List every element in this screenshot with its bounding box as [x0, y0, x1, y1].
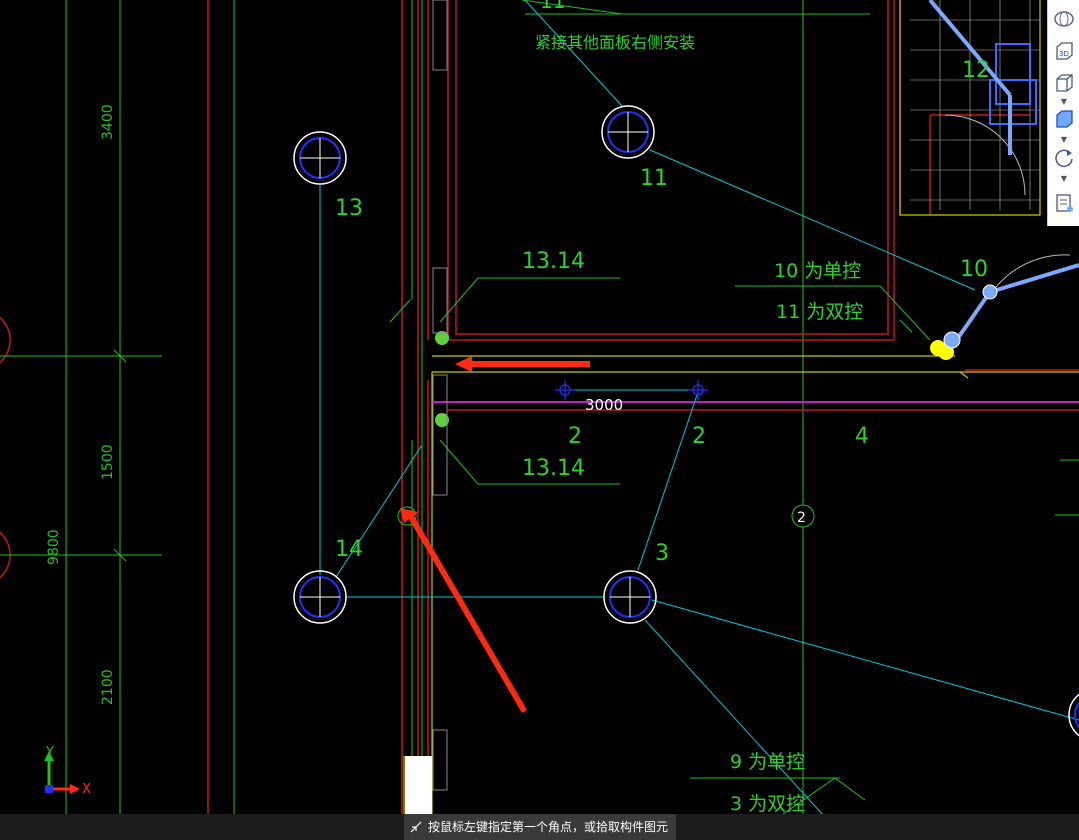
ucs-x-label: X: [82, 782, 91, 797]
label-cut: 11: [540, 0, 565, 13]
light-fixture[interactable]: [293, 570, 347, 624]
fixture-label: 10: [960, 257, 988, 282]
circuit-label: 2: [568, 424, 582, 449]
switch-label: 3 为双控: [730, 793, 805, 815]
chevron-down-icon[interactable]: ▼: [1060, 175, 1068, 183]
fixture-label: 12: [962, 58, 990, 83]
hatch-strip: [432, 267, 448, 334]
circuit-label: 4: [855, 424, 869, 449]
switch-label: 9 为单控: [730, 751, 805, 773]
box-view-blue-icon[interactable]: [1052, 108, 1076, 130]
fixture-label: 13: [335, 196, 363, 221]
orbit-icon[interactable]: [1052, 147, 1076, 169]
fixture-label: 14: [335, 537, 363, 562]
dim-label-3000: 3000: [585, 396, 623, 414]
svg-text:3D: 3D: [1059, 50, 1069, 58]
axis-bubble-label: 2: [797, 510, 806, 526]
hatch-strip: [432, 374, 448, 496]
wiring: [319, 0, 1079, 829]
annotation-arrow: [455, 356, 590, 372]
annotation-arrow: [400, 508, 527, 713]
room-outline: [403, 0, 1079, 840]
collapse-icon[interactable]: [410, 821, 422, 833]
circuit-label: 2: [692, 424, 706, 449]
switch-node[interactable]: [943, 331, 961, 349]
walls: [207, 0, 1079, 840]
note-text: 紧接其他面板右侧安装: [535, 33, 695, 52]
light-fixture[interactable]: [601, 105, 655, 159]
chevron-down-icon[interactable]: ▼: [1060, 98, 1068, 106]
3d-view-icon[interactable]: 3D: [1052, 40, 1076, 62]
switch-label: 11 为双控: [776, 301, 863, 323]
layer-list-icon[interactable]: [1052, 192, 1076, 214]
fixture-label: 3: [655, 541, 669, 566]
chevron-down-icon[interactable]: ▼: [1060, 136, 1068, 144]
cabinet-outline: [995, 43, 1031, 105]
hatch-strip: [432, 0, 448, 71]
box-view-icon[interactable]: [1052, 72, 1076, 94]
navcube-icon[interactable]: [1052, 8, 1076, 30]
left-partial-circle: [0, 316, 11, 364]
light-fixture[interactable]: [603, 570, 657, 624]
label-leaders: [389, 277, 1079, 831]
status-prompt-text: 按鼠标左键指定第一个角点，或拾取构件图元: [428, 820, 669, 834]
dim-label: 1500: [100, 444, 116, 480]
light-fixture[interactable]: [293, 131, 347, 185]
switch-label: 13.14: [522, 249, 585, 274]
switch-node[interactable]: [982, 284, 998, 300]
cad-drawing-canvas[interactable]: 紧接其他面板右侧安装 11 3400 1500 9800 2100 13 11 …: [0, 0, 1079, 840]
dim-label: 9800: [46, 529, 62, 565]
fixture-label: 11: [640, 166, 668, 191]
white-block: [405, 756, 432, 814]
light-fixture-partial[interactable]: [1068, 689, 1079, 741]
dim-label: 2100: [100, 669, 116, 705]
ucs-axis-indicator: Y X: [40, 745, 100, 800]
switch-label: 10 为单控: [774, 260, 861, 282]
dim-label: 3400: [100, 104, 116, 140]
view-toolbar: 3D ▼ ▼ ▼: [1047, 0, 1079, 226]
command-prompt: 按鼠标左键指定第一个角点，或拾取构件图元: [404, 814, 676, 840]
ucs-y-label: Y: [46, 745, 54, 760]
door-swing: [944, 114, 1026, 196]
hatch-strip: [432, 729, 448, 791]
switch-label: 13.14: [522, 456, 585, 481]
